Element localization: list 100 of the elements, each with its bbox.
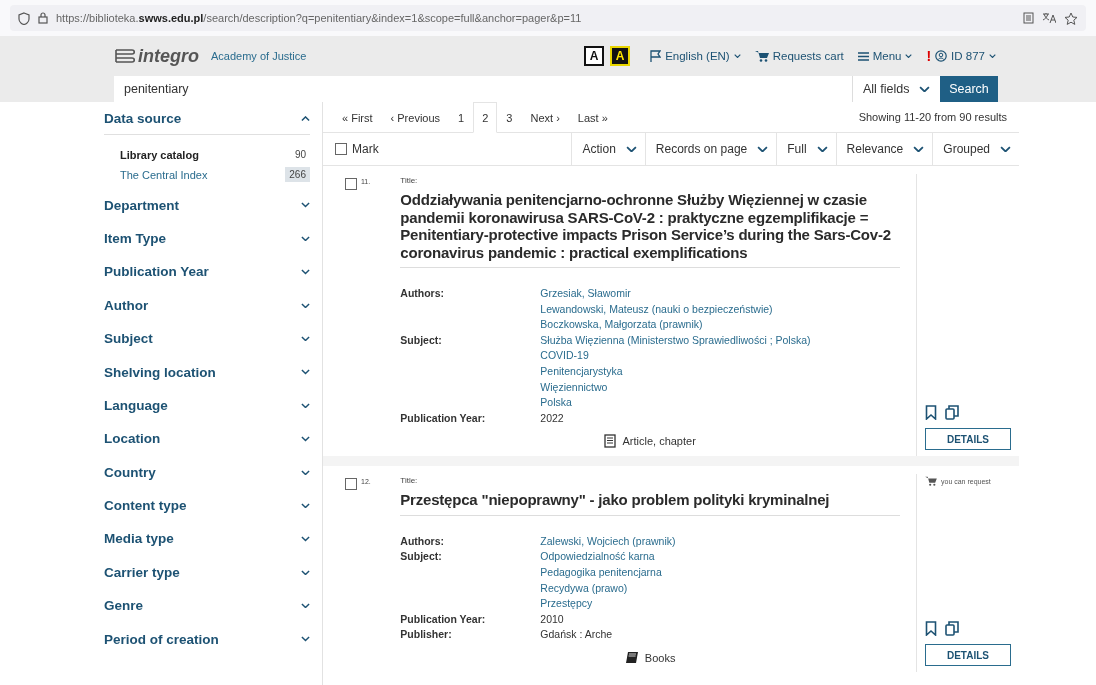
star-icon[interactable] — [1064, 11, 1078, 25]
field-link[interactable]: Lewandowski, Mateusz (nauki o bezpieczeństwie) — [540, 301, 900, 318]
facet-header[interactable]: Country — [104, 455, 310, 489]
chevron-icon — [919, 85, 930, 93]
chevron-icon — [1000, 145, 1011, 153]
pager-link[interactable]: Next › — [521, 102, 569, 133]
field-link[interactable]: Polska — [540, 395, 900, 411]
mark-label[interactable]: Mark — [352, 142, 379, 156]
format-label: Books — [644, 651, 676, 664]
cart-icon — [925, 476, 937, 487]
copy-icon[interactable] — [945, 405, 959, 421]
facet-header[interactable]: Item Type — [104, 221, 310, 256]
field-link[interactable]: Boczkowska, Małgorzata (prawnik) — [540, 317, 900, 333]
pager-link[interactable]: 1 — [449, 102, 474, 133]
record-title[interactable]: Oddziaływania penitencjarno-ochronne Służby Więziennej w czasie pandemii koronawirusa SARS-CoV-2 : praktyczne egzemplifikacje = Penitentiary-protective impacts Prison Service’s during the Sars-Cov-2 coronavirus pandemic : practical exemplifications — [400, 191, 900, 268]
chevron-icon — [301, 369, 310, 375]
checkbox[interactable] — [345, 178, 357, 190]
facet-header[interactable]: Genre — [104, 589, 310, 623]
field-link[interactable]: Grzesiak, Sławomir — [540, 286, 900, 302]
field-link[interactable]: Recydywa (prawo) — [540, 580, 900, 597]
chevron-icon — [913, 145, 925, 153]
document-icon — [604, 434, 617, 449]
field-label: Publisher: — [400, 627, 453, 643]
chevron-icon — [301, 335, 310, 342]
details-button[interactable]: DETAILS — [925, 644, 1011, 666]
book-icon — [624, 651, 639, 664]
chevron-icon — [301, 603, 310, 609]
field-value: 2022 — [540, 410, 565, 426]
field-link[interactable]: COVID-19 — [540, 348, 900, 364]
facet-header[interactable]: Media type — [104, 522, 310, 556]
field-link[interactable]: Odpowiedzialność karna — [540, 549, 900, 566]
chevron-icon — [301, 402, 310, 409]
field-label: Subject: — [400, 549, 443, 565]
search-button[interactable]: Search — [940, 76, 998, 102]
facet-header[interactable]: Content type — [104, 488, 310, 523]
field-link[interactable]: Przestępcy — [540, 596, 900, 612]
field-value: 2010 — [540, 611, 565, 627]
chevron-icon — [301, 436, 310, 442]
field-link[interactable]: Zalewski, Wojciech (prawnik) — [540, 533, 900, 550]
facet-header[interactable]: Publication Year — [104, 255, 310, 289]
facet-header[interactable]: Author — [104, 288, 310, 322]
record-title[interactable]: Przestępca "niepoprawny" - jako problem polityki kryminalnej — [400, 491, 900, 516]
title-label: Title: — [400, 476, 419, 486]
facet-header[interactable]: Period of creation — [104, 622, 310, 656]
shield-icon — [18, 11, 30, 25]
facet-header[interactable]: Subject — [104, 321, 310, 356]
flag-icon — [650, 50, 662, 62]
translate-icon[interactable] — [1042, 12, 1056, 24]
books-icon — [114, 46, 136, 66]
facet-header[interactable]: Department — [104, 188, 310, 222]
facet-header[interactable]: Data source — [104, 102, 310, 136]
facet-option[interactable]: Library catalog — [120, 148, 199, 161]
user-icon — [935, 50, 948, 62]
high-contrast-button[interactable]: A — [610, 46, 631, 66]
results-summary: Showing 11-20 from 90 results — [858, 111, 1008, 123]
field-link[interactable]: Więziennictwo — [540, 379, 900, 396]
field-link[interactable]: Służba Więzienna (Ministerstwo Sprawiedliwości ; Polska) — [540, 332, 900, 349]
alert-mark: ! — [926, 48, 932, 64]
menu-button[interactable]: Menu — [857, 50, 913, 62]
reader-icon[interactable] — [1023, 12, 1034, 24]
field-label: Authors: — [400, 286, 446, 301]
field-label: Subject: — [400, 332, 443, 348]
checkbox[interactable] — [345, 478, 357, 491]
details-button[interactable]: DETAILS — [925, 428, 1011, 451]
facet-option[interactable]: The Central Index — [120, 168, 208, 181]
chevron-icon — [816, 145, 828, 153]
bookmark-icon[interactable] — [925, 621, 937, 636]
field-label: Publication Year: — [400, 410, 487, 426]
library-name-link[interactable]: Academy of Justice — [211, 50, 585, 62]
pager-link[interactable]: ‹ Previous — [381, 102, 450, 133]
checkbox[interactable] — [335, 143, 347, 155]
chevron-icon — [301, 636, 310, 642]
copy-icon[interactable] — [945, 621, 959, 636]
title-label: Title: — [400, 176, 419, 185]
facet-count: 266 — [285, 167, 310, 183]
facet-header[interactable]: Shelving location — [104, 355, 310, 389]
scope-dropdown[interactable]: All fields — [852, 76, 940, 102]
language-menu[interactable]: English (EN) — [650, 50, 741, 62]
pager-link[interactable]: « First — [333, 102, 382, 133]
account-menu[interactable]: ID 877 — [935, 50, 996, 62]
field-link[interactable]: Penitencjarystyka — [540, 363, 900, 380]
pager-link[interactable]: Last » — [568, 102, 617, 133]
facet-header[interactable]: Location — [104, 422, 310, 456]
menu-icon — [857, 51, 869, 61]
logo[interactable]: integro — [114, 45, 199, 67]
search-field[interactable]: penitentiary — [114, 76, 852, 102]
chevron-icon — [625, 145, 637, 153]
normal-contrast-button[interactable]: A — [584, 46, 605, 66]
bookmark-icon[interactable] — [925, 405, 937, 421]
facet-header[interactable]: Carrier type — [104, 555, 310, 590]
field-link[interactable]: Pedagogika penitencjarna — [540, 565, 900, 581]
chevron-icon — [301, 269, 310, 275]
facet-header[interactable]: Language — [104, 388, 310, 423]
pager-link[interactable]: 3 — [497, 102, 522, 133]
pager-link[interactable]: 2 — [473, 102, 498, 133]
chevron-icon — [301, 115, 310, 121]
requests-cart-link[interactable]: Requests cart — [754, 50, 844, 62]
chevron-icon — [301, 469, 310, 475]
cart-icon — [754, 50, 769, 62]
field-label: Publication Year: — [400, 611, 487, 627]
